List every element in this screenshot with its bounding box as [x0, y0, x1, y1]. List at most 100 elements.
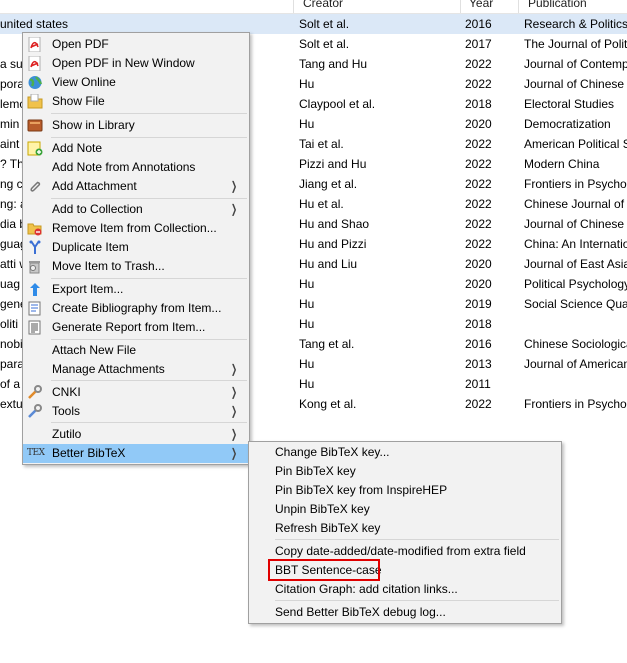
better-bibtex-submenu: Change BibTeX key... Pin BibTeX key Pin …	[248, 441, 562, 624]
menu-item-cnki[interactable]: CNKI ❯	[23, 383, 249, 402]
cell-creator: Hu	[299, 317, 315, 331]
table-row[interactable]: united states Solt et al. 2016 Research & P…	[0, 14, 627, 34]
menu-item-show-file[interactable]: Show File	[23, 92, 249, 111]
annotation-highlight-box	[268, 559, 380, 581]
chevron-right-icon: ❯	[230, 427, 237, 441]
cell-publication: China: An Internatio	[524, 237, 627, 251]
cell-creator: Hu and Shao	[299, 217, 370, 231]
menu-item-send-debug-log[interactable]: Send Better BibTeX debug log...	[249, 603, 561, 622]
menu-item-export-item[interactable]: Export Item...	[23, 280, 249, 299]
chevron-right-icon: ❯	[230, 179, 237, 193]
cell-creator: Jiang et al.	[299, 177, 358, 191]
cell-publication: Frontiers in Psychol	[524, 177, 627, 191]
cell-publication: American Political S	[524, 137, 627, 151]
export-icon	[30, 283, 40, 296]
cell-year: 2018	[465, 97, 492, 111]
cell-publication: The Journal of Politi	[524, 37, 627, 51]
menu-item-generate-report[interactable]: Generate Report from Item...	[23, 318, 249, 337]
cell-creator: Hu	[299, 77, 315, 91]
globe-icon	[28, 76, 43, 89]
menu-item-open-pdf-new-window[interactable]: Open PDF in New Window	[23, 54, 249, 73]
menu-item-open-pdf[interactable]: Open PDF	[23, 35, 249, 54]
cell-creator: Claypool et al.	[299, 97, 376, 111]
menu-item-pin-bibtex-key-inspirehep[interactable]: Pin BibTeX key from InspireHEP	[249, 481, 561, 500]
cell-year: 2022	[465, 217, 492, 231]
menu-item-view-online[interactable]: View Online	[23, 73, 249, 92]
paperclip-icon	[30, 181, 41, 192]
menu-item-attach-new-file[interactable]: Attach New File	[23, 341, 249, 360]
duplicate-icon	[29, 240, 41, 254]
chevron-right-icon: ❯	[230, 362, 237, 376]
cell-publication: Political Psychology	[524, 277, 627, 291]
cell-creator: Hu	[299, 277, 315, 291]
menu-item-zutilo[interactable]: Zutilo ❯	[23, 425, 249, 444]
year-column-header[interactable]: Year	[469, 0, 493, 10]
cell-year: 2011	[465, 377, 491, 391]
cell-year: 2016	[465, 337, 492, 351]
cell-publication: Research & Politics	[524, 17, 627, 31]
cell-creator: Hu	[299, 297, 315, 311]
wrench-icon	[28, 404, 42, 418]
note-icon	[27, 141, 43, 156]
chevron-right-icon: ❯	[230, 404, 237, 418]
cell-year: 2022	[465, 137, 492, 151]
menu-item-better-bibtex[interactable]: TEX Better BibTeX ❯	[23, 444, 249, 463]
cell-creator: Kong et al.	[299, 397, 357, 411]
cell-publication: Journal of American	[524, 357, 627, 371]
menu-item-pin-bibtex-key[interactable]: Pin BibTeX key	[249, 462, 561, 481]
cell-creator: Hu et al.	[299, 197, 344, 211]
report-icon	[28, 320, 41, 335]
chevron-right-icon: ❯	[230, 385, 237, 399]
cell-publication: Chinese Journal of I	[524, 197, 627, 211]
cell-year: 2022	[465, 397, 492, 411]
cell-creator: Solt et al.	[299, 37, 350, 51]
menu-item-citation-graph[interactable]: Citation Graph: add citation links...	[249, 580, 561, 599]
folder-icon	[27, 94, 43, 109]
cell-publication: Electoral Studies	[524, 97, 615, 111]
cell-year: 2022	[465, 237, 492, 251]
cell-publication: Journal of Chinese C	[524, 77, 627, 91]
cell-creator: Solt et al.	[299, 17, 350, 31]
bibliography-icon	[28, 301, 41, 316]
cell-publication: Frontiers in Psychol	[524, 397, 627, 411]
pdf-icon	[28, 56, 41, 71]
cell-creator: Hu	[299, 377, 315, 391]
cell-year: 2020	[465, 257, 492, 271]
cell-year: 2022	[465, 157, 492, 171]
menu-item-add-attachment[interactable]: Add Attachment ❯	[23, 177, 249, 196]
cell-publication: Social Science Quar	[524, 297, 627, 311]
trash-icon	[29, 261, 40, 274]
menu-item-change-bibtex-key[interactable]: Change BibTeX key...	[249, 443, 561, 462]
menu-item-remove-from-collection[interactable]: Remove Item from Collection...	[23, 219, 249, 238]
menu-item-unpin-bibtex-key[interactable]: Unpin BibTeX key	[249, 500, 561, 519]
cell-year: 2020	[465, 277, 492, 291]
cell-year: 2022	[465, 197, 492, 211]
creator-column-header[interactable]: Creator	[303, 0, 343, 10]
cell-creator: Tai et al.	[299, 137, 344, 151]
chevron-right-icon: ❯	[230, 202, 237, 216]
menu-item-add-to-collection[interactable]: Add to Collection ❯	[23, 200, 249, 219]
publication-column-header[interactable]: Publication	[528, 0, 587, 10]
menu-item-move-to-trash[interactable]: Move Item to Trash...	[23, 257, 249, 276]
cell-year: 2019	[465, 297, 492, 311]
cell-publication: Journal of Chinese P	[524, 217, 627, 231]
menu-item-refresh-bibtex-key[interactable]: Refresh BibTeX key	[249, 519, 561, 538]
cell-creator: Tang and Hu	[299, 57, 368, 71]
cell-title: united states	[0, 17, 69, 31]
cell-year: 2018	[465, 317, 492, 331]
menu-item-add-note-from-annotations[interactable]: Add Note from Annotations	[23, 158, 249, 177]
chevron-right-icon: ❯	[230, 446, 237, 460]
cell-year: 2020	[465, 117, 492, 131]
cell-publication: Chinese Sociologica	[524, 337, 627, 351]
remove-collection-icon	[27, 223, 42, 236]
menu-item-create-bibliography[interactable]: Create Bibliography from Item...	[23, 299, 249, 318]
item-context-menu: Open PDF Open PDF in New Window View Onl…	[22, 32, 250, 465]
menu-item-add-note[interactable]: Add Note	[23, 139, 249, 158]
cell-creator: Hu	[299, 117, 315, 131]
cell-creator: Hu	[299, 357, 315, 371]
menu-item-tools[interactable]: Tools ❯	[23, 402, 249, 421]
tex-icon: TEX	[27, 448, 45, 458]
menu-item-show-in-library[interactable]: Show in Library	[23, 116, 249, 135]
menu-item-manage-attachments[interactable]: Manage Attachments ❯	[23, 360, 249, 379]
menu-item-duplicate-item[interactable]: Duplicate Item	[23, 238, 249, 257]
